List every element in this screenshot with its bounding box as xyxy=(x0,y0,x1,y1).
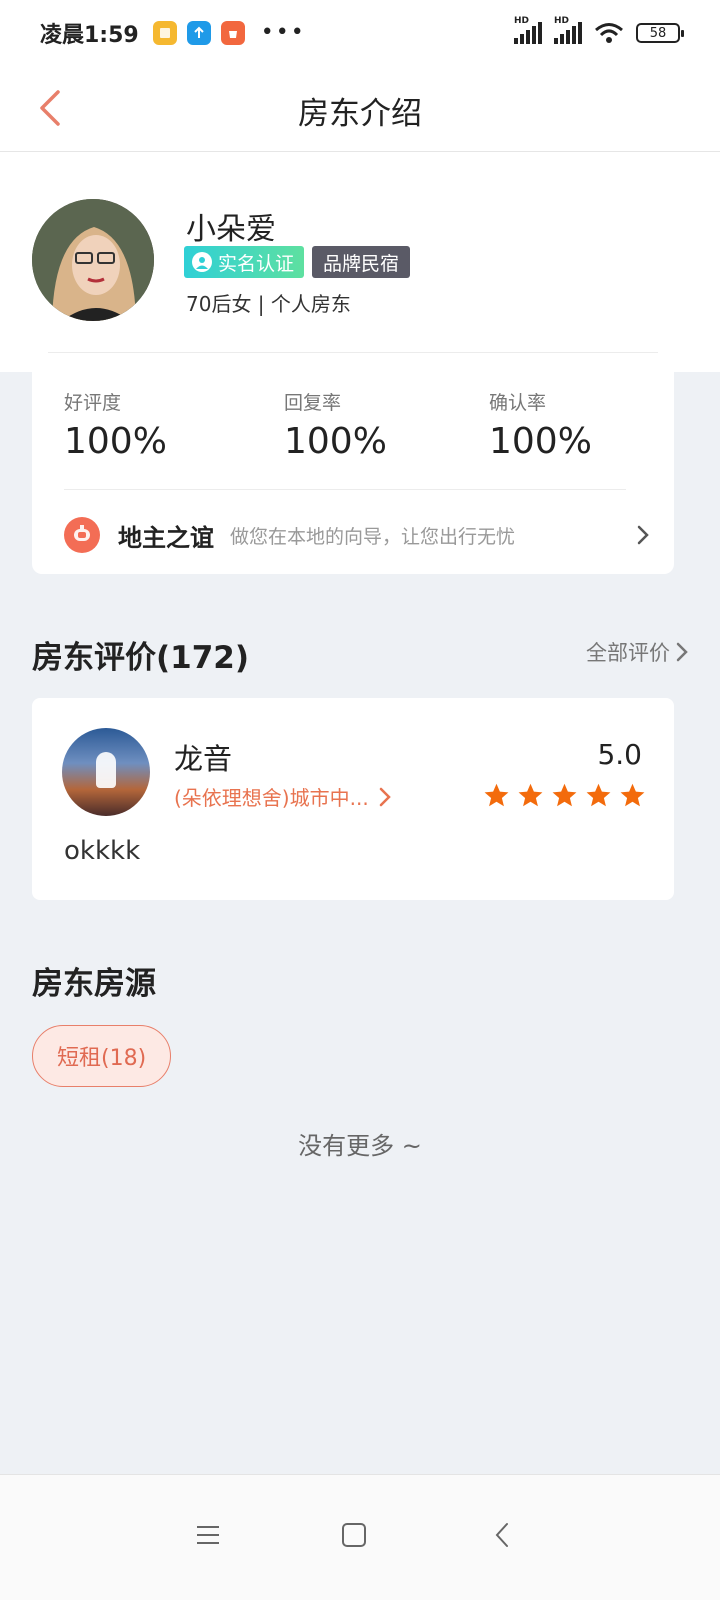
brand-badge: 品牌民宿 xyxy=(312,246,411,278)
hd-label: HD xyxy=(514,16,530,26)
chevron-left-icon xyxy=(495,1523,508,1547)
stat-label: 好评度 xyxy=(64,392,122,414)
stat-reply-rate: 回复率 100% xyxy=(284,388,387,462)
store-app-icon xyxy=(220,21,245,45)
status-indicators: HD HD 58 xyxy=(514,16,684,44)
host-badges: 实名认证 品牌民宿 xyxy=(184,246,411,278)
star-icon xyxy=(518,783,543,807)
reviewed-room-name: (朵依理想舍)城市中... xyxy=(174,786,369,810)
host-guide-desc: 做您在本地的向导，让您出行无忧 xyxy=(230,525,516,548)
stat-label: 确认率 xyxy=(489,392,547,414)
stat-value: 100% xyxy=(64,421,167,462)
stat-confirm-rate: 确认率 100% xyxy=(489,388,592,462)
star-icon xyxy=(586,783,611,807)
upload-app-icon xyxy=(186,21,211,45)
nav-back-button[interactable] xyxy=(472,1505,532,1565)
wifi-icon xyxy=(595,23,623,43)
status-time: 凌晨1:59 xyxy=(40,23,139,48)
verified-badge: 实名认证 xyxy=(184,246,305,278)
square-icon xyxy=(342,1523,366,1547)
notes-app-icon xyxy=(152,21,177,45)
status-app-icons xyxy=(152,21,245,45)
more-notifications-icon: ••• xyxy=(260,20,306,45)
chevron-right-icon xyxy=(379,787,391,806)
lantern-icon xyxy=(64,517,100,553)
see-all-reviews-link[interactable]: 全部评价 xyxy=(586,637,688,667)
divider xyxy=(64,489,626,490)
review-text: okkkk xyxy=(64,836,141,866)
host-avatar-image xyxy=(32,199,154,321)
star-icon xyxy=(620,783,645,807)
page-title: 房东介绍 xyxy=(298,96,422,132)
reviewed-room-link[interactable]: (朵依理想舍)城市中... xyxy=(174,782,391,811)
review-stars xyxy=(483,782,646,809)
see-all-label: 全部评价 xyxy=(586,641,670,665)
host-profile: 小朵爱 实名认证 品牌民宿 70后女 | 个人房东 xyxy=(0,152,720,372)
star-icon xyxy=(484,783,509,807)
header: 房东介绍 xyxy=(0,66,720,152)
menu-icon xyxy=(197,1526,219,1544)
host-name: 小朵爱 xyxy=(186,212,276,247)
host-avatar[interactable] xyxy=(32,199,154,321)
hd-label: HD xyxy=(554,16,570,26)
signal-2-icon: HD xyxy=(554,16,582,44)
status-bar: 凌晨1:59 ••• HD HD 58 xyxy=(0,0,720,66)
short-rent-tab[interactable]: 短租(18) xyxy=(32,1025,172,1087)
signal-1-icon: HD xyxy=(514,16,542,44)
battery-icon: 58 xyxy=(636,23,684,43)
reviewer-name: 龙音 xyxy=(174,742,233,776)
listings-title: 房东房源 xyxy=(32,966,156,1002)
reviewer-avatar-image xyxy=(96,752,116,788)
stat-positive-rate: 好评度 100% xyxy=(64,388,167,462)
review-score: 5.0 xyxy=(597,738,642,771)
chevron-right-icon xyxy=(676,642,688,662)
user-icon xyxy=(192,252,212,272)
reviews-title: 房东评价(172) xyxy=(32,640,250,676)
host-guide-title: 地主之谊 xyxy=(118,523,214,552)
stat-value: 100% xyxy=(284,421,387,462)
reviewer-avatar xyxy=(62,728,150,816)
nav-home-button[interactable] xyxy=(324,1505,384,1565)
stats-card: 好评度 100% 回复率 100% 确认率 100% 地主之谊 做您在本地的向导… xyxy=(32,352,674,574)
system-nav-bar xyxy=(0,1474,720,1600)
host-guide-row[interactable]: 地主之谊 做您在本地的向导，让您出行无忧 xyxy=(64,510,650,560)
stat-label: 回复率 xyxy=(284,392,342,414)
stat-value: 100% xyxy=(489,421,592,462)
chevron-right-icon xyxy=(637,525,649,545)
no-more-text: 没有更多 ~ xyxy=(298,1132,422,1160)
divider xyxy=(48,352,658,353)
review-card[interactable]: 龙音 (朵依理想舍)城市中... 5.0 okkkk xyxy=(32,698,674,900)
nav-menu-button[interactable] xyxy=(178,1505,238,1565)
host-subinfo: 70后女 | 个人房东 xyxy=(186,292,351,316)
verified-badge-label: 实名认证 xyxy=(218,252,295,275)
star-icon xyxy=(552,783,577,807)
